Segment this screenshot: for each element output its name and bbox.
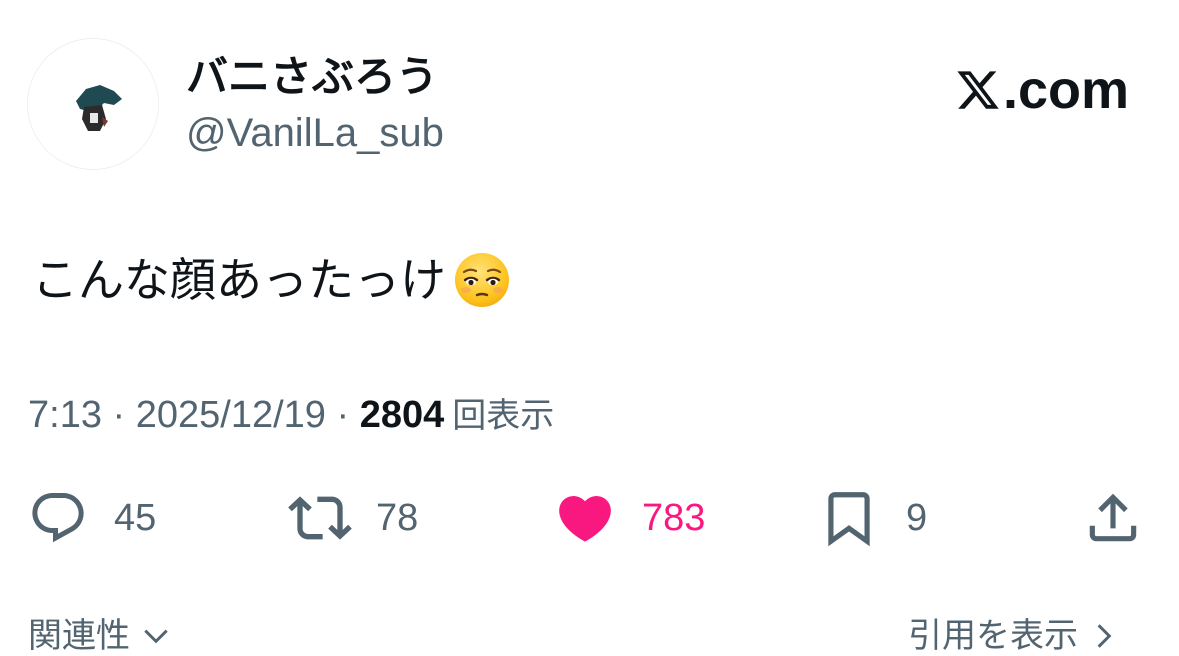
bookmark-button[interactable]: 9: [818, 486, 927, 550]
x-logo[interactable]: .com: [955, 58, 1129, 122]
like-count: 783: [642, 496, 706, 539]
tweet-meta: 7:13 · 2025/12/19 · 2804 回表示: [28, 390, 554, 441]
sort-relevance-button[interactable]: 関連性: [28, 616, 172, 656]
avatar-image: [28, 39, 158, 169]
tweet-text-container: こんな顔あったっけ: [32, 250, 512, 310]
retweet-button[interactable]: 78: [288, 486, 418, 550]
reply-icon: [32, 493, 84, 543]
share-button[interactable]: [1082, 486, 1144, 550]
tweet-time[interactable]: 7:13: [28, 390, 102, 440]
author-display-name[interactable]: バニさぶろう: [186, 50, 438, 104]
x-logo-icon: [957, 71, 999, 109]
retweet-count: 78: [376, 496, 419, 539]
retweet-icon: [288, 496, 352, 540]
meta-separator: ·: [101, 394, 136, 436]
bookmark-icon: [828, 492, 870, 547]
chevron-right-icon: [1097, 624, 1112, 648]
author-handle[interactable]: @VanilLa_sub: [186, 108, 444, 158]
views-count: 2804: [359, 394, 445, 436]
heart-filled-icon: [559, 496, 611, 542]
share-icon: [1089, 493, 1137, 542]
relevance-label: 関連性: [28, 616, 130, 656]
bookmark-count: 9: [906, 496, 928, 539]
avatar[interactable]: [27, 38, 159, 170]
chevron-down-icon: [144, 629, 168, 644]
meta-separator: ·: [325, 394, 360, 436]
reply-count: 45: [114, 496, 157, 539]
x-logo-text: .com: [1002, 60, 1129, 120]
like-button[interactable]: 783: [554, 486, 705, 550]
pleading-face-emoji: [455, 253, 509, 307]
reply-button[interactable]: 45: [28, 486, 156, 550]
quotes-label: 引用を表示: [908, 616, 1078, 656]
tweet-text: こんな顔あったっけ: [32, 253, 446, 307]
tweet-date[interactable]: 2025/12/19: [136, 390, 326, 440]
views-label: 回表示: [452, 396, 555, 436]
view-quotes-link[interactable]: 引用を表示: [908, 616, 1120, 656]
